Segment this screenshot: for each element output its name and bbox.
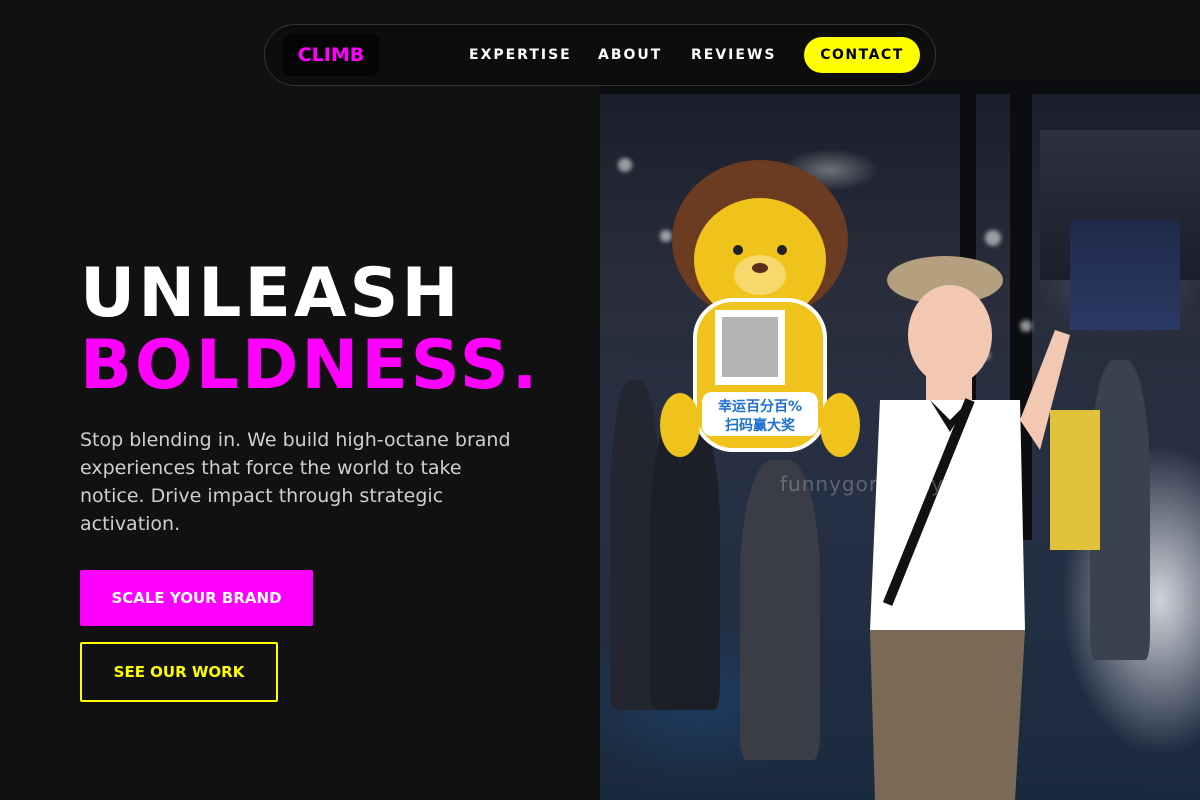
watermark: funnygorilla.xyz	[780, 472, 956, 496]
mascot-sign: 幸运百分百% 扫码赢大奖	[660, 160, 860, 457]
bokeh-light	[985, 230, 1001, 246]
scale-your-brand-button[interactable]: SCALE YOUR BRAND	[80, 570, 313, 626]
headline-line-1: UNLEASH	[80, 254, 462, 333]
headline-line-2: BOLDNESS.	[80, 326, 541, 405]
nav-link-reviews[interactable]: REVIEWS	[691, 25, 776, 85]
contact-button[interactable]: CONTACT	[804, 37, 920, 73]
see-our-work-button[interactable]: SEE OUR WORK	[80, 642, 278, 702]
hero-photo: 幸运百分百% 扫码赢大奖 funnygorilla.xyz	[600, 80, 1200, 800]
logo[interactable]: CLIMB	[283, 34, 379, 76]
top-nav: CLIMB EXPERTISE ABOUT REVIEWS CONTACT	[264, 24, 936, 86]
sign-text-line2: 扫码赢大奖	[725, 417, 796, 434]
bokeh-light	[618, 158, 632, 172]
sign-text-line1: 幸运百分百%	[718, 398, 802, 415]
crowd-figure	[740, 460, 820, 760]
nav-link-expertise[interactable]: EXPERTISE	[469, 25, 572, 85]
promoter-person	[870, 256, 1070, 800]
nav-link-about[interactable]: ABOUT	[598, 25, 662, 85]
hero-tagline: Stop blending in. We build high-octane b…	[80, 429, 511, 535]
